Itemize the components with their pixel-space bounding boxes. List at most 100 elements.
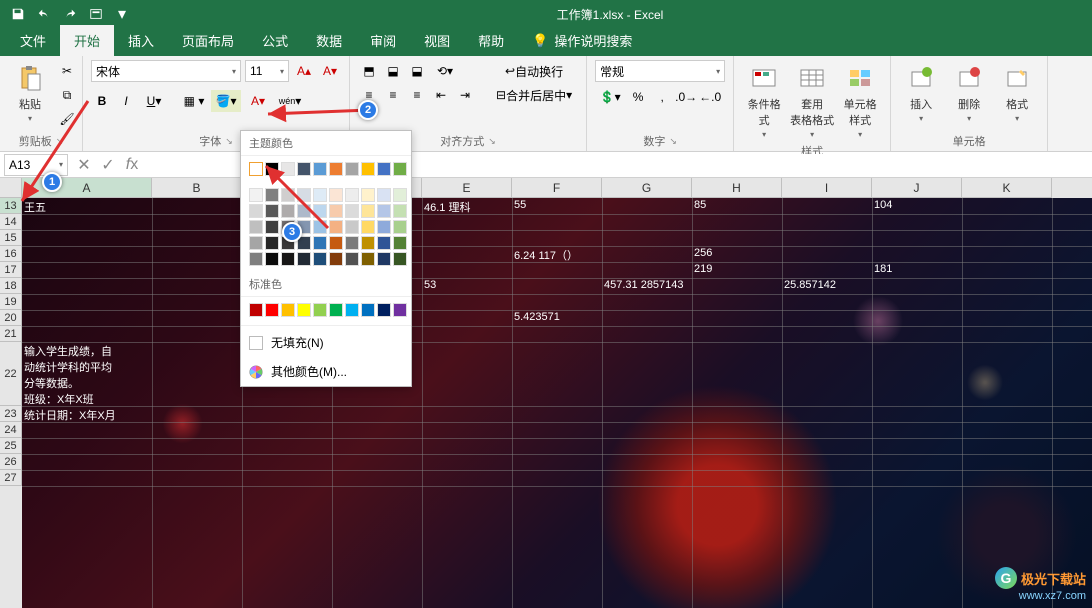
tab-help[interactable]: 帮助 bbox=[464, 25, 518, 56]
qat-extra-icon[interactable] bbox=[84, 3, 108, 25]
color-swatch[interactable] bbox=[265, 220, 279, 234]
color-swatch[interactable] bbox=[361, 252, 375, 266]
no-fill-option[interactable]: 无填充(N) bbox=[241, 328, 411, 357]
color-swatch[interactable] bbox=[313, 204, 327, 218]
row-header-20[interactable]: 20 bbox=[0, 310, 22, 326]
row-header-15[interactable]: 15 bbox=[0, 230, 22, 246]
color-swatch[interactable] bbox=[329, 252, 343, 266]
color-swatch[interactable] bbox=[393, 252, 407, 266]
tab-data[interactable]: 数据 bbox=[302, 25, 356, 56]
delete-cells-button[interactable]: 删除▾ bbox=[947, 60, 991, 125]
dialog-launcher-icon[interactable]: ↘ bbox=[225, 136, 233, 147]
column-header-G[interactable]: G bbox=[602, 178, 692, 198]
row-header-19[interactable]: 19 bbox=[0, 294, 22, 310]
color-swatch[interactable] bbox=[361, 303, 375, 317]
name-box[interactable]: A13▾ bbox=[4, 154, 68, 176]
color-swatch[interactable] bbox=[265, 303, 279, 317]
tab-file[interactable]: 文件 bbox=[6, 25, 60, 56]
color-swatch[interactable] bbox=[313, 303, 327, 317]
row-header-27[interactable]: 27 bbox=[0, 470, 22, 486]
cut-icon[interactable]: ✂ bbox=[56, 60, 78, 82]
row-header-16[interactable]: 16 bbox=[0, 246, 22, 262]
color-swatch[interactable] bbox=[377, 188, 391, 202]
save-icon[interactable] bbox=[6, 3, 30, 25]
color-swatch[interactable] bbox=[313, 188, 327, 202]
dialog-launcher-icon[interactable]: ↘ bbox=[669, 136, 677, 147]
color-swatch[interactable] bbox=[265, 188, 279, 202]
color-swatch[interactable] bbox=[265, 162, 279, 176]
column-header-H[interactable]: H bbox=[692, 178, 782, 198]
increase-decimal-icon[interactable]: .0→ bbox=[675, 86, 697, 108]
color-swatch[interactable] bbox=[249, 162, 263, 176]
column-header-K[interactable]: K bbox=[962, 178, 1052, 198]
dialog-launcher-icon[interactable]: ↘ bbox=[488, 136, 496, 147]
color-swatch[interactable] bbox=[249, 252, 263, 266]
font-size-combo[interactable]: 11▾ bbox=[245, 60, 289, 82]
color-swatch[interactable] bbox=[297, 252, 311, 266]
row-header-14[interactable]: 14 bbox=[0, 214, 22, 230]
color-swatch[interactable] bbox=[281, 252, 295, 266]
cell-J13[interactable]: 104 bbox=[874, 199, 892, 211]
color-swatch[interactable] bbox=[393, 188, 407, 202]
color-swatch[interactable] bbox=[297, 204, 311, 218]
color-swatch[interactable] bbox=[297, 303, 311, 317]
row-header-13[interactable]: 13 bbox=[0, 198, 22, 214]
color-swatch[interactable] bbox=[345, 252, 359, 266]
fx-icon[interactable]: fx bbox=[120, 154, 144, 176]
phonetic-button[interactable]: wén▾ bbox=[275, 90, 305, 112]
insert-cells-button[interactable]: 插入▾ bbox=[899, 60, 943, 125]
color-swatch[interactable] bbox=[329, 236, 343, 250]
decrease-decimal-icon[interactable]: ←.0 bbox=[699, 86, 721, 108]
column-header-I[interactable]: I bbox=[782, 178, 872, 198]
color-swatch[interactable] bbox=[313, 220, 327, 234]
cell-F16[interactable]: 6.24 117（） bbox=[514, 247, 578, 263]
color-swatch[interactable] bbox=[329, 204, 343, 218]
enter-icon[interactable]: ✓ bbox=[96, 154, 120, 176]
color-swatch[interactable] bbox=[329, 220, 343, 234]
align-right-icon[interactable]: ≡ bbox=[406, 84, 428, 106]
color-swatch[interactable] bbox=[345, 204, 359, 218]
color-swatch[interactable] bbox=[313, 236, 327, 250]
row-header-26[interactable]: 26 bbox=[0, 454, 22, 470]
tell-me-search[interactable]: 💡 操作说明搜索 bbox=[518, 25, 646, 56]
cell-A22[interactable]: 输入学生成绩，自 动统计学科的平均 分等数据。 班级：X年X班 统计日期：X年X… bbox=[24, 343, 116, 423]
underline-button[interactable]: U ▾ bbox=[139, 90, 169, 112]
column-header-E[interactable]: E bbox=[422, 178, 512, 198]
align-middle-icon[interactable]: ⬓ bbox=[382, 60, 404, 82]
color-swatch[interactable] bbox=[249, 220, 263, 234]
align-center-icon[interactable]: ≡ bbox=[382, 84, 404, 106]
worksheet-grid[interactable]: ABCDEFGHIJK 1314151617181920212223242526… bbox=[0, 178, 1092, 608]
color-swatch[interactable] bbox=[377, 220, 391, 234]
color-swatch[interactable] bbox=[329, 162, 343, 176]
tab-insert[interactable]: 插入 bbox=[114, 25, 168, 56]
qat-customize-icon[interactable]: ▾ bbox=[110, 3, 134, 25]
column-header-F[interactable]: F bbox=[512, 178, 602, 198]
color-swatch[interactable] bbox=[313, 162, 327, 176]
align-bottom-icon[interactable]: ⬓ bbox=[406, 60, 428, 82]
color-swatch[interactable] bbox=[313, 252, 327, 266]
cell-F13[interactable]: 55 bbox=[514, 199, 526, 211]
row-header-21[interactable]: 21 bbox=[0, 326, 22, 342]
cell-H17[interactable]: 219 bbox=[694, 263, 712, 275]
increase-font-icon[interactable]: A▴ bbox=[293, 60, 315, 82]
italic-button[interactable]: I bbox=[115, 90, 137, 112]
row-header-17[interactable]: 17 bbox=[0, 262, 22, 278]
color-swatch[interactable] bbox=[361, 188, 375, 202]
color-swatch[interactable] bbox=[345, 162, 359, 176]
font-color-button[interactable]: A▾ bbox=[243, 90, 273, 112]
color-swatch[interactable] bbox=[265, 252, 279, 266]
wrap-text-button[interactable]: ↩ 自动换行 bbox=[490, 60, 578, 82]
color-swatch[interactable] bbox=[361, 236, 375, 250]
cell-I18[interactable]: 25.857142 bbox=[784, 279, 836, 291]
color-swatch[interactable] bbox=[377, 236, 391, 250]
number-format-combo[interactable]: 常规▾ bbox=[595, 60, 725, 82]
tab-page-layout[interactable]: 页面布局 bbox=[168, 25, 248, 56]
row-header-24[interactable]: 24 bbox=[0, 422, 22, 438]
color-swatch[interactable] bbox=[281, 303, 295, 317]
color-swatch[interactable] bbox=[329, 188, 343, 202]
redo-icon[interactable] bbox=[58, 3, 82, 25]
align-top-icon[interactable]: ⬒ bbox=[358, 60, 380, 82]
percent-icon[interactable]: % bbox=[627, 86, 649, 108]
color-swatch[interactable] bbox=[249, 303, 263, 317]
tab-review[interactable]: 审阅 bbox=[356, 25, 410, 56]
